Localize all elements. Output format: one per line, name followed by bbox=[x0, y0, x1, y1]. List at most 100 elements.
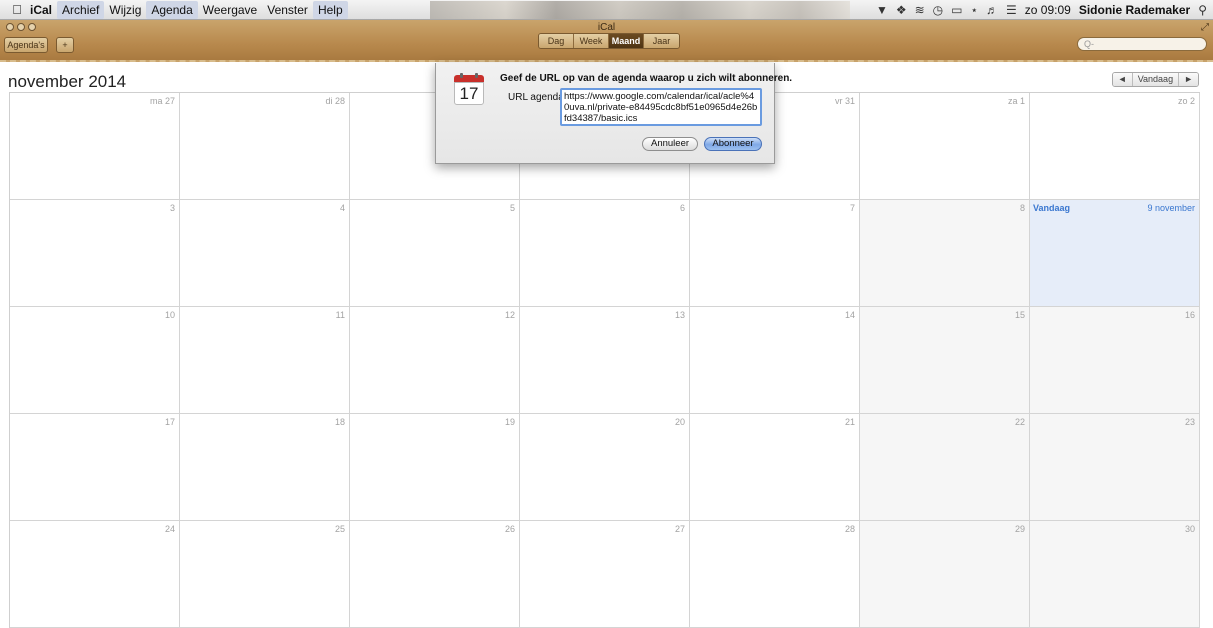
menu-ical[interactable]: iCal bbox=[28, 1, 57, 19]
day-cell[interactable]: ma 27 bbox=[10, 93, 180, 200]
status-area: ▼ ❖ ≋ ◷ ▭ ⋆ ♬ ☰ zo 09:09 Sidonie Rademak… bbox=[876, 0, 1207, 20]
day-number: 14 bbox=[844, 310, 855, 320]
day-cell[interactable]: 5 bbox=[350, 200, 520, 307]
fullscreen-icon[interactable]: ⤢ bbox=[1201, 22, 1209, 33]
flag-icon[interactable]: ☰ bbox=[1006, 3, 1017, 17]
day-cell[interactable]: 12 bbox=[350, 307, 520, 414]
day-cell[interactable]: 20 bbox=[520, 414, 690, 521]
day-number: za 1 bbox=[1007, 96, 1025, 106]
day-cell[interactable]: Vandaag 9 november bbox=[1030, 200, 1200, 307]
calendar-icon: 17 bbox=[454, 73, 484, 105]
day-cell[interactable]: 10 bbox=[10, 307, 180, 414]
day-cell[interactable]: 21 bbox=[690, 414, 860, 521]
menu-help[interactable]: Help bbox=[312, 0, 348, 19]
day-cell[interactable]: 14 bbox=[690, 307, 860, 414]
day-cell[interactable]: 26 bbox=[350, 521, 520, 628]
day-cell[interactable]: 4 bbox=[180, 200, 350, 307]
day-cell[interactable]: 28 bbox=[690, 521, 860, 628]
search-input[interactable]: Q- bbox=[1077, 37, 1207, 51]
day-number: 8 bbox=[1019, 203, 1025, 213]
day-cell[interactable]: di 28 bbox=[180, 93, 350, 200]
next-month-button[interactable]: ► bbox=[1179, 73, 1198, 86]
view-switcher: Dag Week Maand Jaar bbox=[538, 33, 680, 49]
menu-agenda[interactable]: Agenda bbox=[146, 0, 198, 19]
day-number: 21 bbox=[844, 417, 855, 427]
day-cell[interactable]: 23 bbox=[1030, 414, 1200, 521]
day-cell[interactable]: 13 bbox=[520, 307, 690, 414]
day-number: 29 bbox=[1014, 524, 1025, 534]
day-number: ma 27 bbox=[149, 96, 175, 106]
menu-venster[interactable]: Venster bbox=[262, 1, 313, 19]
day-cell[interactable]: za 1 bbox=[860, 93, 1030, 200]
menubar-clock[interactable]: zo 09:09 bbox=[1025, 3, 1071, 17]
day-cell[interactable]: 11 bbox=[180, 307, 350, 414]
menu-archief[interactable]: Archief bbox=[57, 0, 105, 19]
day-number: 12 bbox=[504, 310, 515, 320]
view-day-button[interactable]: Dag bbox=[539, 34, 574, 48]
menu-weergave[interactable]: Weergave bbox=[198, 1, 262, 19]
month-navigation: ◄ Vandaag ► bbox=[1111, 72, 1199, 87]
add-calendar-button[interactable]: + bbox=[56, 37, 74, 53]
day-cell[interactable]: 7 bbox=[690, 200, 860, 307]
day-number: di 28 bbox=[325, 96, 345, 106]
day-cell[interactable]: 27 bbox=[520, 521, 690, 628]
system-menu-bar:  iCal Archief Wijzig Agenda Weergave Ve… bbox=[0, 0, 1213, 20]
previous-month-button[interactable]: ◄ bbox=[1112, 73, 1133, 86]
today-date: 9 november bbox=[1147, 203, 1195, 213]
day-number: 16 bbox=[1184, 310, 1195, 320]
day-cell[interactable]: 25 bbox=[180, 521, 350, 628]
today-label: Vandaag bbox=[1033, 203, 1071, 213]
dropbox-icon[interactable]: ❖ bbox=[896, 3, 907, 17]
day-cell[interactable]: 24 bbox=[10, 521, 180, 628]
day-number: 19 bbox=[504, 417, 515, 427]
day-cell[interactable]: 15 bbox=[860, 307, 1030, 414]
day-number: 4 bbox=[339, 203, 345, 213]
url-input[interactable]: https://www.google.com/calendar/ical/acl… bbox=[560, 88, 762, 126]
view-year-button[interactable]: Jaar bbox=[644, 34, 679, 48]
day-number: 17 bbox=[164, 417, 175, 427]
day-number: 25 bbox=[334, 524, 345, 534]
day-number: 20 bbox=[674, 417, 685, 427]
menu-wijzig[interactable]: Wijzig bbox=[104, 1, 146, 19]
apple-icon[interactable]:  bbox=[6, 2, 28, 17]
day-number: 24 bbox=[164, 524, 175, 534]
day-number: zo 2 bbox=[1177, 96, 1195, 106]
spotlight-icon[interactable]: ⚲ bbox=[1198, 3, 1207, 17]
day-cell[interactable]: 30 bbox=[1030, 521, 1200, 628]
view-week-button[interactable]: Week bbox=[574, 34, 609, 48]
time-machine-icon[interactable]: ◷ bbox=[933, 3, 943, 17]
cancel-button[interactable]: Annuleer bbox=[642, 137, 698, 151]
day-cell[interactable]: 17 bbox=[10, 414, 180, 521]
day-cell[interactable]: 18 bbox=[180, 414, 350, 521]
calendars-button[interactable]: Agenda's bbox=[4, 37, 48, 53]
day-cell[interactable]: 3 bbox=[10, 200, 180, 307]
battery-icon[interactable]: ▭ bbox=[951, 3, 962, 17]
day-number: 30 bbox=[1184, 524, 1195, 534]
today-button[interactable]: Vandaag bbox=[1132, 73, 1180, 86]
day-cell[interactable]: 8 bbox=[860, 200, 1030, 307]
day-number: 28 bbox=[844, 524, 855, 534]
day-cell[interactable]: 19 bbox=[350, 414, 520, 521]
wifi-icon[interactable]: ≋ bbox=[915, 3, 925, 17]
menubar-user[interactable]: Sidonie Rademaker bbox=[1079, 3, 1190, 17]
month-title: november 2014 bbox=[8, 72, 127, 91]
day-number: 11 bbox=[335, 310, 345, 320]
day-cell[interactable]: 16 bbox=[1030, 307, 1200, 414]
day-number: vr 31 bbox=[834, 96, 855, 106]
view-month-button[interactable]: Maand bbox=[609, 34, 644, 48]
day-number: 18 bbox=[334, 417, 345, 427]
day-number: 3 bbox=[169, 203, 175, 213]
url-label: URL agenda: bbox=[508, 92, 567, 103]
volume-icon[interactable]: ♬ bbox=[986, 3, 998, 17]
day-cell[interactable]: 22 bbox=[860, 414, 1030, 521]
day-number: 6 bbox=[679, 203, 685, 213]
day-cell[interactable]: 6 bbox=[520, 200, 690, 307]
search-placeholder: Q- bbox=[1084, 39, 1094, 49]
menubar-background-strip bbox=[430, 1, 850, 19]
bluetooth-icon[interactable]: ⋆ bbox=[971, 3, 979, 17]
subscribe-button[interactable]: Abonneer bbox=[704, 137, 762, 151]
day-cell[interactable]: 29 bbox=[860, 521, 1030, 628]
vpn-icon[interactable]: ▼ bbox=[876, 3, 888, 17]
day-cell[interactable]: zo 2 bbox=[1030, 93, 1200, 200]
day-number: 26 bbox=[504, 524, 515, 534]
